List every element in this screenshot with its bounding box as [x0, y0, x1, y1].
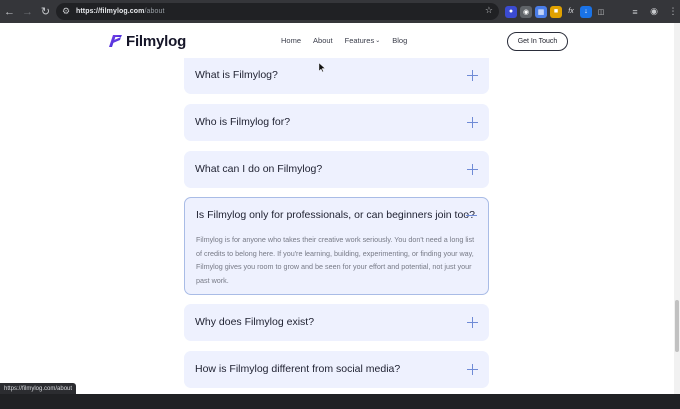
extension-icon[interactable]: ↓	[580, 5, 592, 18]
minus-icon[interactable]	[466, 210, 477, 221]
profile-avatar-icon[interactable]: ◉	[647, 5, 661, 19]
url-path: /about	[144, 8, 165, 15]
extensions-tray: ● ◉ ▦ ■ fx ↓ ◫	[505, 3, 607, 20]
link-status-tooltip: https://filmylog.com/about	[0, 383, 77, 394]
nav-features-label: Features	[344, 36, 375, 45]
main-nav: Home About Features ⌄ Blog	[281, 36, 419, 45]
address-bar[interactable]: ⚙ https://filmylog.com/about ☆	[56, 3, 499, 20]
faq-item-expanded[interactable]: Is Filmylog only for professionals, or c…	[184, 197, 489, 295]
site-header: Filmylog Home About Features ⌄ Blog Get I…	[0, 23, 674, 61]
back-arrow-icon[interactable]: ←	[1, 3, 18, 20]
faq-item[interactable]: How is Filmylog different from social me…	[184, 351, 489, 388]
nav-about[interactable]: About	[313, 36, 333, 45]
extension-icon[interactable]: ◉	[520, 5, 532, 18]
plus-icon[interactable]	[467, 364, 478, 375]
faq-question: Why does Filmylog exist?	[195, 316, 315, 328]
forward-arrow-icon[interactable]: →	[19, 3, 36, 20]
extension-icon[interactable]: ▦	[535, 5, 547, 18]
faq-answer: Filmylog is for anyone who takes their c…	[196, 235, 475, 285]
window-bottom-edge	[0, 394, 680, 409]
nav-blog[interactable]: Blog	[392, 36, 407, 45]
nav-features[interactable]: Features ⌄	[345, 36, 381, 45]
faq-question: How is Filmylog different from social me…	[195, 363, 401, 375]
url-host: https://filmylog.com	[76, 8, 145, 15]
get-in-touch-button[interactable]: Get In Touch	[507, 32, 568, 51]
faq-question: Who is Filmylog for?	[195, 116, 291, 128]
extension-icon[interactable]: ●	[505, 5, 517, 18]
faq-item[interactable]: What can I do on Filmylog?	[184, 151, 489, 188]
mouse-cursor-icon	[319, 63, 325, 72]
faq-item[interactable]: Who is Filmylog for?	[184, 104, 489, 141]
plus-icon[interactable]	[467, 70, 478, 81]
extension-icon[interactable]: fx	[565, 5, 577, 18]
extension-icon[interactable]: ■	[550, 5, 562, 18]
browser-actions: ≡ ◉ ⋮	[628, 3, 680, 20]
plus-icon[interactable]	[467, 117, 478, 128]
page-scrollbar[interactable]	[674, 23, 680, 394]
more-menu-icon[interactable]: ⋮	[666, 5, 680, 19]
site-info-icon[interactable]: ⚙	[59, 5, 73, 19]
faq-item[interactable]: Why does Filmylog exist?	[184, 304, 489, 341]
faq-item[interactable]: What is Filmylog?	[184, 58, 489, 94]
faq-question: What can I do on Filmylog?	[195, 163, 323, 175]
faq-question: Is Filmylog only for professionals, or c…	[196, 209, 475, 221]
bookmark-star-icon[interactable]: ☆	[485, 5, 493, 16]
scrollbar-thumb[interactable]	[675, 300, 679, 352]
browser-toolbar: ← → ↻ ⚙ https://filmylog.com/about ☆ ● ◉…	[0, 0, 680, 23]
page-viewport: Filmylog Home About Features ⌄ Blog Get I…	[0, 23, 674, 394]
chevron-down-icon: ⌄	[375, 38, 381, 44]
nav-home[interactable]: Home	[281, 36, 301, 45]
extensions-puzzle-icon[interactable]: ◫	[595, 5, 607, 18]
filmylog-logo-icon	[109, 35, 122, 47]
plus-icon[interactable]	[467, 317, 478, 328]
reload-icon[interactable]: ↻	[37, 3, 54, 20]
faq-question: What is Filmylog?	[195, 69, 278, 81]
logo-text: Filmylog	[126, 32, 187, 50]
plus-icon[interactable]	[467, 164, 478, 175]
tab-search-icon[interactable]: ≡	[628, 5, 642, 19]
logo[interactable]: Filmylog	[106, 32, 186, 50]
url-text[interactable]: https://filmylog.com/about	[76, 8, 165, 15]
